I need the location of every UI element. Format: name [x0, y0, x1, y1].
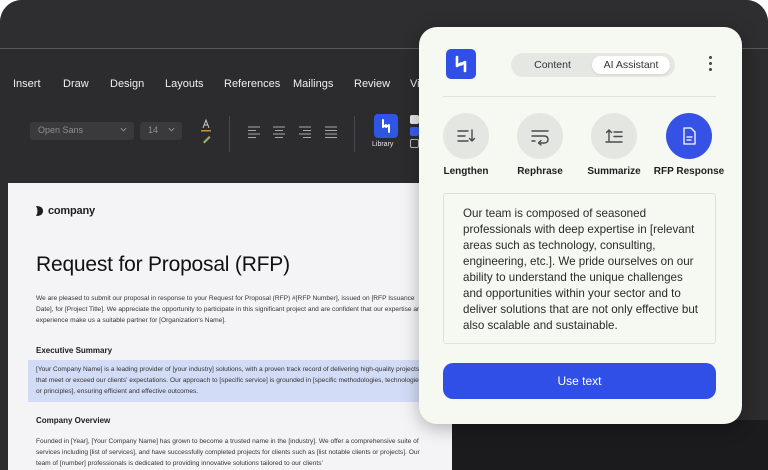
font-size-select[interactable]: 14	[140, 122, 182, 140]
panel-tab-switcher: Content AI Assistant	[511, 53, 675, 77]
panel-divider	[443, 96, 716, 97]
tab-content[interactable]: Content	[516, 56, 589, 74]
more-options-icon[interactable]	[708, 56, 714, 74]
menu-references[interactable]: References	[224, 78, 280, 90]
library-logo-icon	[382, 119, 390, 133]
menu-design[interactable]: Design	[110, 78, 144, 90]
menu-review[interactable]: Review	[354, 78, 390, 90]
font-color-icon[interactable]	[199, 118, 213, 146]
rephrase-icon	[531, 130, 549, 146]
add-block-icon[interactable]	[410, 127, 419, 136]
lengthen-icon	[457, 129, 476, 142]
chevron-down-icon	[168, 127, 175, 132]
summarize-action[interactable]: Summarize	[577, 113, 651, 177]
toolbar-separator	[229, 116, 230, 152]
font-size-value: 14	[148, 125, 159, 135]
rephrase-label: Rephrase	[517, 166, 563, 177]
menu-insert[interactable]: Insert	[13, 78, 41, 90]
generated-text-box[interactable]: Our team is composed of seasoned profess…	[443, 193, 716, 344]
rfp-document-icon	[683, 127, 696, 145]
use-text-button[interactable]: Use text	[443, 363, 716, 399]
lengthen-action[interactable]: Lengthen	[429, 113, 503, 177]
library-button[interactable]	[374, 114, 398, 138]
menu-mailings[interactable]: Mailings	[293, 78, 333, 90]
toolbar-separator	[354, 116, 355, 152]
align-left-icon[interactable]	[247, 126, 261, 138]
ribbon-menu: Insert Draw Design Layouts References Ma…	[0, 78, 440, 102]
add-icon[interactable]	[410, 115, 419, 124]
font-family-value: Open Sans	[38, 125, 84, 135]
intro-paragraph: We are pleased to submit our proposal in…	[36, 295, 425, 325]
app-logo	[446, 49, 476, 79]
company-logo: company	[35, 205, 95, 217]
font-family-select[interactable]: Open Sans	[30, 122, 134, 140]
align-center-icon[interactable]	[272, 126, 286, 138]
download-icon[interactable]	[410, 139, 419, 148]
document-title: Request for Proposal (RFP)	[36, 253, 290, 276]
tab-ai-assistant[interactable]: AI Assistant	[592, 56, 670, 74]
menu-draw[interactable]: Draw	[63, 78, 89, 90]
app-logo-icon	[455, 55, 467, 73]
lengthen-label: Lengthen	[443, 166, 489, 177]
company-logo-text: company	[48, 205, 95, 217]
menu-layouts[interactable]: Layouts	[165, 78, 204, 90]
company-overview-heading: Company Overview	[36, 416, 111, 425]
company-logo-mark-icon	[36, 206, 43, 216]
summarize-label: Summarize	[587, 166, 641, 177]
document-page[interactable]: company Request for Proposal (RFP) We ar…	[8, 183, 452, 470]
executive-summary-heading: Executive Summary	[36, 346, 113, 355]
chevron-down-icon	[120, 127, 127, 132]
screenshot-stage: Insert Draw Design Layouts References Ma…	[0, 0, 768, 470]
rephrase-action[interactable]: Rephrase	[503, 113, 577, 177]
align-right-icon[interactable]	[298, 126, 312, 138]
summarize-icon	[605, 129, 623, 143]
rfp-response-label: RFP Response	[653, 166, 725, 177]
align-justify-icon[interactable]	[324, 126, 338, 138]
rfp-response-action[interactable]: RFP Response	[652, 113, 726, 177]
library-label: Library	[372, 141, 394, 148]
ai-assistant-panel: Content AI Assistant Lengthen Rephrase S…	[419, 27, 742, 424]
executive-summary-paragraph: [Your Company Name] is a leading provide…	[36, 366, 424, 396]
company-overview-paragraph: Founded in [Year], [Your Company Name] h…	[36, 438, 420, 468]
editor-canvas-background	[516, 420, 768, 470]
